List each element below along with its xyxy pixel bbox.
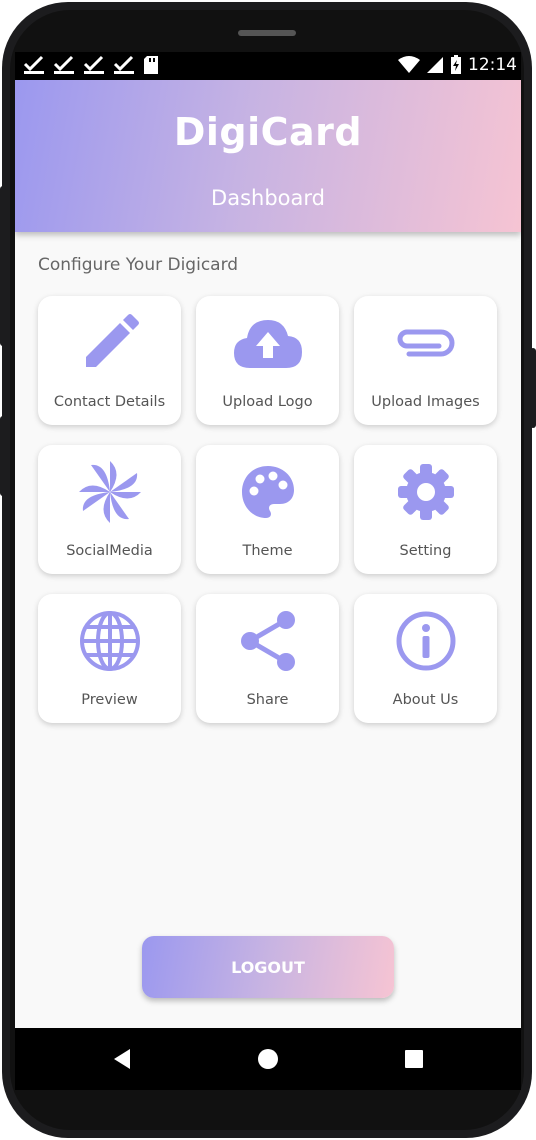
tile-label: Share	[246, 692, 289, 708]
tile-upload-images[interactable]: Upload Images	[354, 296, 497, 425]
tile-label: Contact Details	[53, 394, 166, 410]
home-button[interactable]	[238, 1028, 298, 1090]
notification-icons	[23, 55, 159, 75]
back-button[interactable]	[92, 1028, 152, 1090]
tile-socialmedia[interactable]: SocialMedia	[38, 445, 181, 574]
tile-label: Theme	[242, 543, 293, 559]
earpiece-speaker	[238, 30, 296, 36]
check-notification-icon	[83, 55, 104, 74]
tile-label: About Us	[392, 692, 459, 708]
recents-icon	[405, 1050, 423, 1068]
share-icon	[196, 608, 339, 674]
system-icons: 12:14	[398, 55, 517, 75]
wifi-icon	[398, 56, 420, 73]
paperclip-icon	[354, 310, 497, 376]
volume-button	[0, 186, 6, 346]
app-title: DigiCard	[173, 110, 363, 154]
app-header: DigiCard Dashboard	[15, 80, 521, 232]
cell-signal-icon	[427, 57, 443, 73]
tile-label: Preview	[81, 692, 138, 708]
gear-icon	[354, 459, 497, 525]
side-button	[0, 416, 6, 496]
status-time: 12:14	[468, 55, 517, 75]
info-icon	[354, 608, 497, 674]
tile-label: Upload Images	[371, 394, 480, 410]
pinwheel-icon	[38, 459, 181, 525]
tile-contact-details[interactable]: Contact Details	[38, 296, 181, 425]
tile-label: SocialMedia	[66, 543, 153, 559]
page-subtitle: Dashboard	[211, 186, 325, 210]
section-label: Configure Your Digicard	[38, 255, 239, 275]
android-nav-bar	[15, 1028, 521, 1090]
check-notification-icon	[113, 55, 134, 74]
home-icon	[258, 1049, 278, 1069]
dashboard-grid: Contact Details Upload Logo Upload Image…	[38, 296, 498, 723]
cloud-upload-icon	[196, 310, 339, 376]
recents-button[interactable]	[384, 1028, 444, 1090]
power-button	[530, 348, 536, 428]
tile-theme[interactable]: Theme	[196, 445, 339, 574]
palette-icon	[196, 459, 339, 525]
tile-share[interactable]: Share	[196, 594, 339, 723]
status-bar: 12:14	[15, 52, 521, 80]
tile-label: Setting	[399, 543, 452, 559]
pencil-icon	[38, 310, 181, 376]
logout-button[interactable]: LOGOUT	[142, 936, 394, 998]
tile-setting[interactable]: Setting	[354, 445, 497, 574]
globe-icon	[38, 608, 181, 674]
app-screen: 12:14 DigiCard Dashboard Configure Your …	[15, 52, 521, 1028]
sd-card-icon	[144, 56, 158, 74]
tile-upload-logo[interactable]: Upload Logo	[196, 296, 339, 425]
battery-charging-icon	[451, 55, 461, 74]
tile-preview[interactable]: Preview	[38, 594, 181, 723]
check-notification-icon	[23, 55, 44, 74]
tile-about-us[interactable]: About Us	[354, 594, 497, 723]
check-notification-icon	[53, 55, 74, 74]
back-icon	[114, 1049, 130, 1069]
tile-label: Upload Logo	[222, 394, 313, 410]
